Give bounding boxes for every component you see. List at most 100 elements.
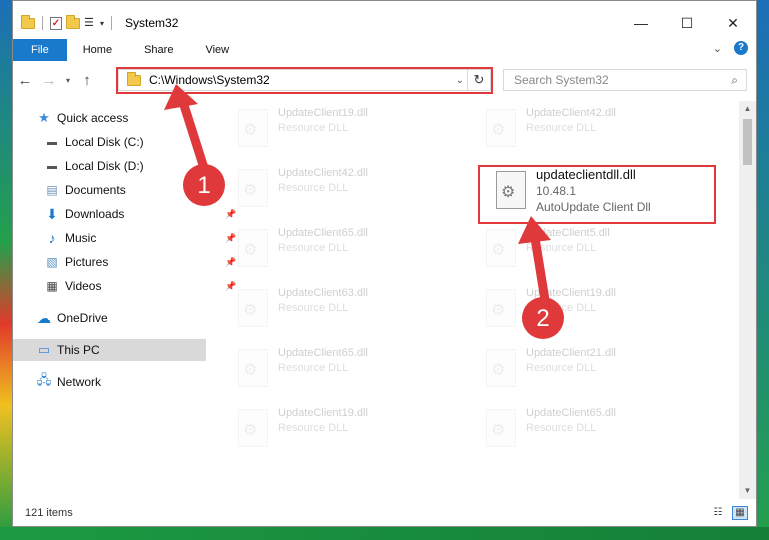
desktop-background-right: [757, 0, 769, 540]
file-name: UpdateClient65.dll: [526, 407, 616, 419]
file-description: Resource DLL: [278, 242, 349, 254]
forward-arrow-icon[interactable]: →: [37, 72, 61, 89]
file-tile[interactable]: UpdateClient65.dll Resource DLL: [474, 403, 704, 453]
videos-icon: ▦: [46, 279, 58, 293]
file-tile[interactable]: UpdateClient5.dll Resource DLL: [474, 223, 704, 273]
details-view-icon[interactable]: ☷: [710, 506, 726, 520]
dll-file-icon: [486, 109, 516, 147]
dll-file-icon: [238, 409, 268, 447]
nav-onedrive[interactable]: ☁ OneDrive: [37, 307, 108, 329]
dll-file-icon: [486, 409, 516, 447]
tiles-view-icon[interactable]: ▦: [732, 506, 748, 520]
file-tile[interactable]: UpdateClient65.dll Resource DLL: [226, 223, 456, 273]
file-name: UpdateClient21.dll: [526, 347, 616, 359]
nav-pictures[interactable]: ▧ Pictures 📌: [45, 251, 236, 273]
downloads-icon: ⬇: [46, 205, 58, 222]
file-name: UpdateClient65.dll: [278, 227, 368, 239]
nav-label: This PC: [57, 343, 100, 357]
nav-label: Local Disk (D:): [65, 159, 144, 173]
file-tile[interactable]: UpdateClient21.dll Resource DLL: [474, 343, 704, 393]
file-tile[interactable]: UpdateClient63.dll Resource DLL: [226, 283, 456, 333]
file-name: UpdateClient19.dll: [278, 407, 368, 419]
tab-view[interactable]: View: [189, 39, 245, 61]
nav-local-disk-d[interactable]: ▬ Local Disk (D:): [45, 155, 144, 177]
scroll-thumb[interactable]: [743, 119, 752, 165]
ribbon-tabs: File Home Share View ⌄ ?: [13, 39, 756, 61]
file-description: Resource DLL: [278, 422, 349, 434]
view-switcher: ☷ ▦: [710, 506, 748, 520]
search-input[interactable]: [512, 72, 716, 88]
properties-check-icon[interactable]: ✓: [50, 16, 62, 30]
item-count: 121 items: [25, 507, 73, 519]
nav-label: OneDrive: [57, 311, 108, 325]
dll-file-icon: [238, 289, 268, 327]
file-tile[interactable]: UpdateClient42.dll Resource DLL: [226, 163, 456, 213]
file-description: Resource DLL: [526, 362, 597, 374]
file-description: Resource DLL: [278, 182, 349, 194]
tab-home[interactable]: Home: [67, 39, 128, 61]
dll-file-icon: [486, 229, 516, 267]
dll-file-icon: [238, 169, 268, 207]
nav-label: Videos: [65, 279, 102, 293]
star-icon: ★: [38, 110, 50, 125]
scroll-down-icon[interactable]: ▼: [739, 483, 756, 499]
dll-file-icon: [486, 289, 516, 327]
vertical-scrollbar[interactable]: ▲ ▼: [739, 101, 756, 499]
file-name: UpdateClient19.dll: [278, 107, 368, 119]
network-icon: 🖧: [36, 372, 52, 387]
nav-label: Network: [57, 375, 102, 389]
window-title: System32: [125, 16, 179, 30]
nav-videos[interactable]: ▦ Videos 📌: [45, 275, 236, 297]
customize-icon[interactable]: ☰: [84, 17, 96, 29]
nav-network[interactable]: 🖧 Network: [37, 371, 101, 393]
nav-label: Downloads: [65, 207, 125, 221]
nav-local-disk-c[interactable]: ▬ Local Disk (C:): [45, 131, 144, 153]
pictures-icon: ▧: [46, 255, 58, 269]
folder-icon[interactable]: [21, 14, 35, 29]
file-tile[interactable]: UpdateClient19.dll Resource DLL: [226, 103, 456, 153]
cloud-icon: ☁: [37, 309, 51, 326]
expand-ribbon-icon[interactable]: ⌄: [713, 42, 722, 55]
divider: [42, 16, 43, 30]
help-icon[interactable]: ?: [734, 41, 748, 55]
search-box[interactable]: ⌕: [503, 69, 747, 91]
file-name: UpdateClient19.dll: [526, 287, 616, 299]
nav-downloads[interactable]: ⬇ Downloads 📌: [45, 203, 236, 225]
file-description: Resource DLL: [278, 362, 349, 374]
drive-icon: ▬: [47, 136, 57, 148]
recent-locations-icon[interactable]: ▾: [61, 76, 75, 85]
file-description: Resource DLL: [278, 302, 349, 314]
file-tile[interactable]: UpdateClient65.dll Resource DLL: [226, 343, 456, 393]
dll-file-icon: [486, 349, 516, 387]
new-folder-icon[interactable]: [66, 14, 80, 29]
scroll-up-icon[interactable]: ▲: [739, 101, 756, 117]
status-bar: 121 items ☷ ▦: [13, 500, 756, 526]
documents-icon: ▤: [46, 183, 58, 197]
file-tile[interactable]: UpdateClient19.dll Resource DLL: [474, 283, 704, 333]
search-icon[interactable]: ⌕: [731, 73, 738, 88]
nav-documents[interactable]: ▤ Documents: [45, 179, 125, 201]
nav-label: Quick access: [57, 111, 129, 125]
divider: [111, 16, 113, 30]
music-icon: ♪: [48, 230, 56, 246]
file-name: UpdateClient42.dll: [526, 107, 616, 119]
nav-label: Music: [65, 231, 97, 245]
file-description: Resource DLL: [526, 242, 597, 254]
file-tile[interactable]: UpdateClient19.dll Resource DLL: [226, 403, 456, 453]
qat-dropdown-icon[interactable]: ▾: [100, 19, 104, 28]
nav-quick-access[interactable]: ★ Quick access: [37, 107, 128, 129]
file-name: UpdateClient5.dll: [526, 227, 610, 239]
nav-music[interactable]: ♪ Music 📌: [45, 227, 237, 249]
quick-access-toolbar: ✓ ☰ ▾: [13, 14, 115, 30]
nav-this-pc[interactable]: ▭ This PC: [13, 339, 206, 361]
nav-label: Pictures: [65, 255, 109, 269]
up-arrow-icon[interactable]: ↑: [75, 72, 99, 89]
dll-file-icon: [238, 109, 268, 147]
drive-icon: ▬: [47, 160, 57, 172]
dll-file-icon: [238, 229, 268, 267]
file-name: UpdateClient65.dll: [278, 347, 368, 359]
tab-file[interactable]: File: [13, 39, 67, 61]
file-tile[interactable]: UpdateClient42.dll Resource DLL: [474, 103, 704, 153]
tab-share[interactable]: Share: [128, 39, 189, 61]
back-arrow-icon[interactable]: ←: [13, 72, 37, 89]
